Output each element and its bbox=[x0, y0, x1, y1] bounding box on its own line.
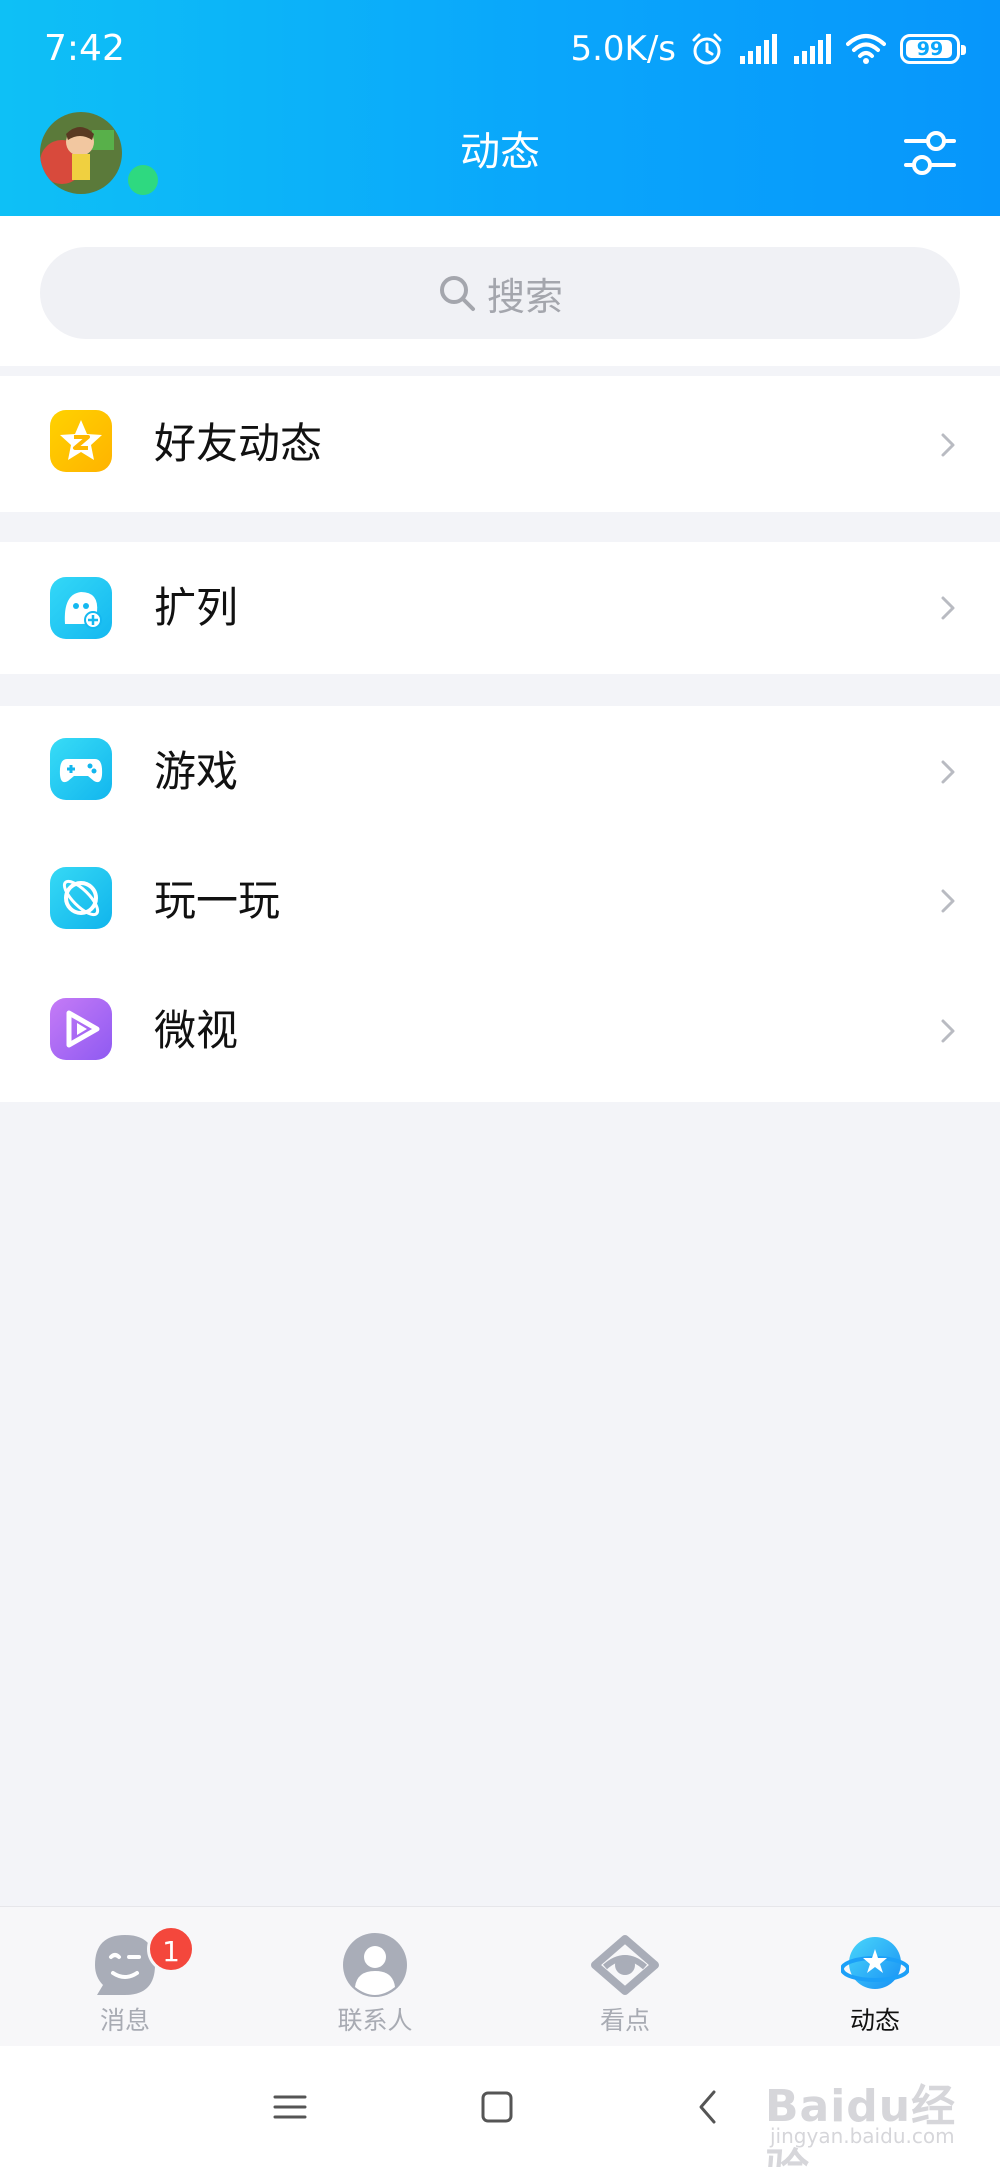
status-time: 7:42 bbox=[44, 28, 125, 69]
search-section: 搜索 bbox=[0, 216, 1000, 366]
list-item-kuolie[interactable]: 扩列 bbox=[0, 542, 1000, 674]
tab-label: 动态 bbox=[849, 2006, 900, 2035]
tab-messages[interactable]: 1 消息 bbox=[45, 1925, 205, 2043]
chevron-right-icon bbox=[941, 433, 955, 457]
signal-icon bbox=[794, 34, 831, 64]
contacts-icon bbox=[343, 1933, 407, 1997]
menu-group-friends: 好友动态 bbox=[0, 376, 1000, 512]
qzone-star-icon bbox=[50, 410, 112, 472]
battery-level: 99 bbox=[916, 38, 944, 60]
search-icon bbox=[439, 276, 475, 311]
page-title: 动态 bbox=[460, 129, 540, 175]
menu-group-kuolie: 扩列 bbox=[0, 542, 1000, 674]
chevron-right-icon bbox=[941, 1019, 955, 1043]
gamepad-icon bbox=[50, 738, 112, 800]
weishi-play-icon bbox=[50, 998, 112, 1060]
tab-label: 消息 bbox=[99, 2006, 150, 2035]
list-item-weishi[interactable]: 微视 bbox=[0, 970, 1000, 1102]
menu-icon[interactable] bbox=[265, 2082, 315, 2132]
menu-group-apps: 游戏 玩一玩 微视 bbox=[0, 706, 1000, 1102]
list-item-label: 玩一玩 bbox=[154, 876, 281, 925]
app-header: 7:42 5.0K/s 99 动态 bbox=[0, 0, 1000, 216]
wifi-icon bbox=[846, 34, 886, 64]
tab-label: 联系人 bbox=[337, 2006, 413, 2035]
watermark: Baidu经验 bbox=[765, 2081, 957, 2167]
list-item-label: 好友动态 bbox=[154, 419, 323, 468]
search-input[interactable]: 搜索 bbox=[40, 247, 960, 339]
status-icons: 5.0K/s 99 bbox=[570, 24, 966, 74]
list-item-label: 扩列 bbox=[154, 583, 239, 632]
chevron-right-icon bbox=[941, 889, 955, 913]
tab-kandian[interactable]: 看点 bbox=[545, 1925, 705, 2043]
signal-icon bbox=[740, 34, 777, 64]
bottom-tab-bar: 1 消息 联系人 看点 动态 bbox=[0, 1906, 1000, 2046]
tab-contacts[interactable]: 联系人 bbox=[295, 1925, 455, 2043]
kuolie-face-icon bbox=[50, 577, 112, 639]
settings-sliders-icon[interactable] bbox=[904, 128, 956, 178]
status-bar: 7:42 5.0K/s 99 bbox=[0, 0, 1000, 96]
kandian-eye-icon bbox=[591, 1935, 659, 1995]
list-item-label: 游戏 bbox=[154, 747, 239, 796]
dongtai-planet-icon bbox=[841, 1937, 909, 1989]
chevron-right-icon bbox=[941, 596, 955, 620]
search-placeholder: 搜索 bbox=[486, 274, 563, 319]
list-item-play[interactable]: 玩一玩 bbox=[0, 838, 1000, 970]
home-icon[interactable] bbox=[472, 2082, 522, 2132]
network-speed: 5.0K/s bbox=[570, 29, 676, 69]
unread-badge: 1 bbox=[147, 1925, 195, 1973]
tab-label: 看点 bbox=[599, 2006, 650, 2035]
planet-ring-icon bbox=[50, 867, 112, 929]
list-item-games[interactable]: 游戏 bbox=[0, 706, 1000, 838]
chevron-right-icon bbox=[941, 760, 955, 784]
watermark-url: jingyan.baidu.com bbox=[770, 2124, 955, 2148]
list-item-label: 微视 bbox=[154, 1006, 239, 1055]
back-icon[interactable] bbox=[684, 2082, 734, 2132]
tab-dongtai[interactable]: 动态 bbox=[795, 1925, 955, 2043]
battery-icon: 99 bbox=[900, 34, 966, 64]
list-item-friend-feed[interactable]: 好友动态 bbox=[0, 376, 1000, 512]
alarm-icon bbox=[692, 33, 722, 65]
